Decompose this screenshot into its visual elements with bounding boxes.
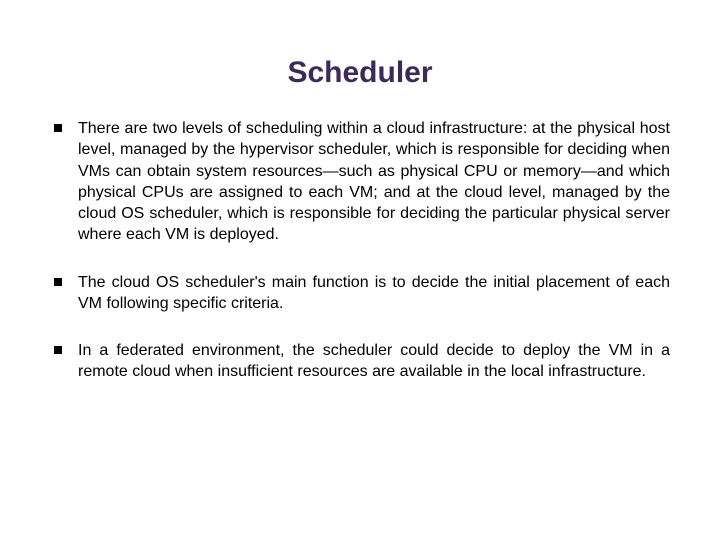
slide-title: Scheduler <box>50 56 670 90</box>
list-item: There are two levels of scheduling withi… <box>50 118 670 246</box>
list-item: In a federated environment, the schedule… <box>50 340 670 383</box>
bullet-list: There are two levels of scheduling withi… <box>50 118 670 383</box>
slide: Scheduler There are two levels of schedu… <box>0 0 720 540</box>
list-item: The cloud OS scheduler's main function i… <box>50 272 670 315</box>
